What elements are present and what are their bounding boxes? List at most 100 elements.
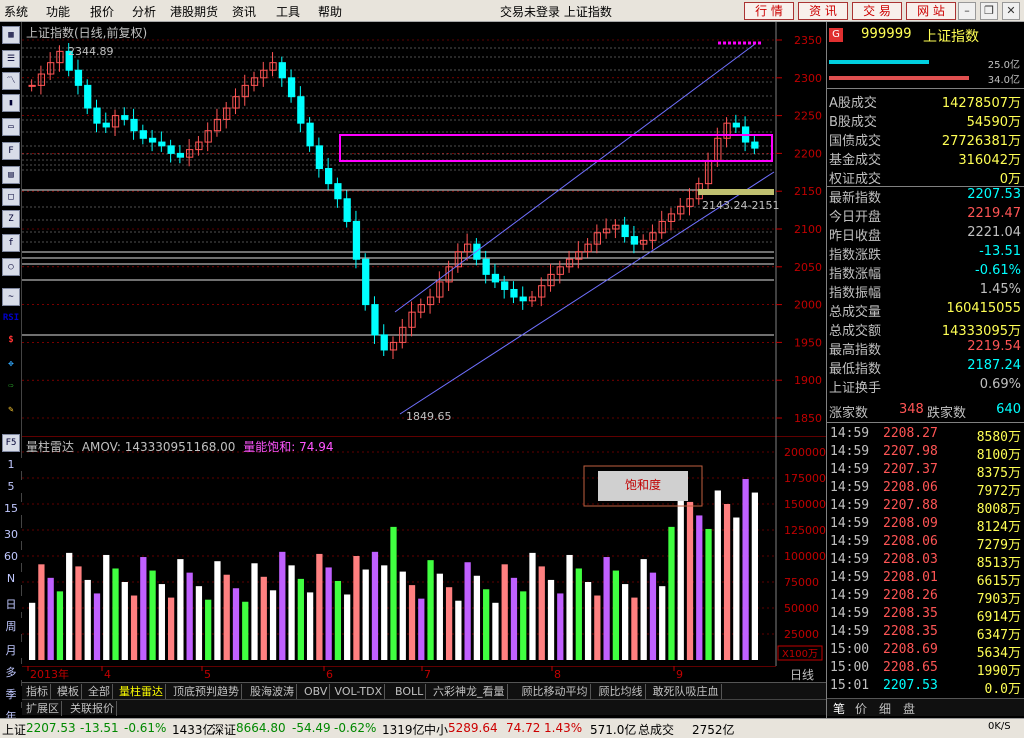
- quote-stat-row: 上证换手 0.69%: [827, 377, 1024, 396]
- volume-unit: X100万: [782, 649, 818, 660]
- volume-bar: [408, 585, 416, 660]
- period-f5-button[interactable]: F5: [2, 434, 20, 452]
- tick-time: 14:59: [830, 624, 870, 639]
- tab-trades[interactable]: 笔: [833, 700, 845, 717]
- tick-time: 14:59: [830, 552, 870, 567]
- page-icon[interactable]: ▤: [2, 166, 20, 184]
- quote-stat-label: 总成交量: [829, 305, 882, 320]
- tick-time: 14:59: [830, 498, 870, 513]
- quote-stat-value: 27726381万: [941, 134, 1021, 149]
- indicator-tab[interactable]: 股海波涛: [248, 684, 297, 699]
- tick-volume: 6615万: [976, 574, 1021, 589]
- period-15-button[interactable]: 15: [0, 502, 22, 515]
- indicator-tab[interactable]: VOL-TDX: [333, 684, 386, 699]
- down-label: 跌家数: [927, 406, 967, 421]
- quote-stat-row: 昨日收盘 2221.04: [827, 225, 1024, 244]
- dollar-icon[interactable]: $: [2, 332, 20, 350]
- indicator-tab[interactable]: 六彩神龙_看量: [431, 684, 508, 699]
- candle-body: [297, 96, 305, 124]
- note-icon[interactable]: □: [2, 188, 20, 206]
- candle-body: [371, 304, 379, 336]
- indicator-tab[interactable]: BOLL: [393, 684, 427, 699]
- tab-order[interactable]: 盘: [903, 700, 915, 717]
- menu-analysis[interactable]: 分析: [132, 3, 156, 20]
- sh-change: -13.51: [80, 721, 119, 735]
- nav-website-button[interactable]: 网 站: [906, 2, 956, 20]
- fio-icon[interactable]: F: [2, 142, 20, 160]
- sz-amount: 1319亿: [382, 723, 425, 737]
- sh-value: 2207.53: [26, 721, 76, 735]
- period-month-button[interactable]: 月: [0, 642, 22, 658]
- volume-bar: [501, 564, 508, 660]
- period-day-button[interactable]: 日: [0, 596, 22, 612]
- fiz-icon[interactable]: Z: [2, 210, 20, 228]
- nav-quote-button[interactable]: 行 情: [744, 2, 794, 20]
- indicator-tab[interactable]: 指标: [24, 684, 51, 699]
- indicator-tab[interactable]: 顾比移动平均: [520, 684, 591, 699]
- quote-stat-row: A股成交 14278507万: [827, 92, 1024, 111]
- list-icon[interactable]: ☰: [2, 50, 20, 68]
- fx-icon[interactable]: f: [2, 234, 20, 252]
- menu-tools[interactable]: 工具: [276, 3, 300, 20]
- tab-detail[interactable]: 细: [879, 700, 891, 717]
- period-n-button[interactable]: N: [0, 572, 22, 585]
- search-icon[interactable]: ○: [2, 258, 20, 276]
- export-icon[interactable]: ⇨: [2, 378, 20, 396]
- volume-tick-label: 75000: [784, 576, 819, 589]
- candlestick-icon[interactable]: ▮: [2, 94, 20, 112]
- menu-system[interactable]: 系统: [4, 3, 28, 20]
- period-season-button[interactable]: 季: [0, 686, 22, 702]
- g-icon[interactable]: G: [829, 28, 843, 42]
- volume-bar: [473, 575, 481, 660]
- line-chart-icon[interactable]: 〽: [2, 72, 20, 90]
- pencil-icon[interactable]: ✎: [2, 402, 20, 420]
- menu-function[interactable]: 功能: [46, 3, 70, 20]
- tick-row: 14:59 2208.35 6347万: [827, 624, 1024, 643]
- period-label[interactable]: 日线: [778, 666, 826, 682]
- price-chart[interactable]: 2350 2300 2250 2200 2150 2100 2050 2000 1950 1900…: [22, 22, 826, 436]
- volume-bar: [325, 567, 332, 660]
- indicator-tab[interactable]: 顶底预判趋势: [171, 684, 242, 699]
- period-60-button[interactable]: 60: [0, 550, 22, 563]
- close-icon[interactable]: ✕: [1002, 2, 1020, 20]
- period-30-button[interactable]: 30: [0, 528, 22, 541]
- menu-help[interactable]: 帮助: [318, 3, 342, 20]
- indicator-tab[interactable]: 全部: [86, 684, 113, 699]
- high-label: 2344.89: [68, 45, 114, 58]
- window-icon[interactable]: ▭: [2, 118, 20, 136]
- wave-icon[interactable]: ~: [2, 288, 20, 306]
- indicator-tab[interactable]: 量柱雷达: [117, 684, 166, 699]
- period-week-button[interactable]: 周: [0, 618, 22, 634]
- indicator-tab[interactable]: 模板: [55, 684, 82, 699]
- indicator-tab[interactable]: 敢死队吸庄血: [651, 684, 722, 699]
- tick-time: 15:01: [830, 678, 870, 693]
- indicator-tab[interactable]: 顾比均线: [597, 684, 646, 699]
- volume-chart[interactable]: 200000 175000 150000 125000 100000 75000 50000…: [22, 436, 826, 666]
- tab-extension[interactable]: 扩展区: [24, 701, 62, 716]
- candle-body: [501, 281, 509, 290]
- menu-news[interactable]: 资讯: [232, 3, 256, 20]
- minimize-icon[interactable]: –: [958, 2, 976, 20]
- move-icon[interactable]: ✥: [2, 356, 20, 374]
- quote-panel: G 999999 上证指数 25.0亿 34.0亿 A股成交 14278507万 B…: [826, 22, 1024, 722]
- tick-row: 14:59 2208.06 7279万: [827, 534, 1024, 553]
- indicator-tab[interactable]: OBV: [302, 684, 331, 699]
- grid-icon[interactable]: ▦: [2, 26, 20, 44]
- tick-row: 14:59 2208.35 6914万: [827, 606, 1024, 625]
- price-tick-label: 2200: [794, 147, 822, 160]
- channel-upper-line: [394, 43, 756, 313]
- candle-body: [519, 296, 527, 302]
- nav-trade-button[interactable]: 交 易: [852, 2, 902, 20]
- menu-hk-futures[interactable]: 港股期货: [170, 3, 218, 20]
- volume-bar: [242, 601, 249, 660]
- period-5-button[interactable]: 5: [0, 480, 22, 493]
- tab-price[interactable]: 价: [855, 700, 867, 717]
- restore-icon[interactable]: ❐: [980, 2, 998, 20]
- period-multi-button[interactable]: 多: [0, 664, 22, 680]
- period-1-button[interactable]: 1: [0, 458, 22, 471]
- nav-news-button[interactable]: 资 讯: [798, 2, 848, 20]
- menu-quote[interactable]: 报价: [90, 3, 114, 20]
- rsi-icon[interactable]: RSI: [2, 310, 20, 328]
- tab-related-quote[interactable]: 关联报价: [68, 701, 117, 716]
- quote-stat-label: 最新指数: [829, 191, 882, 206]
